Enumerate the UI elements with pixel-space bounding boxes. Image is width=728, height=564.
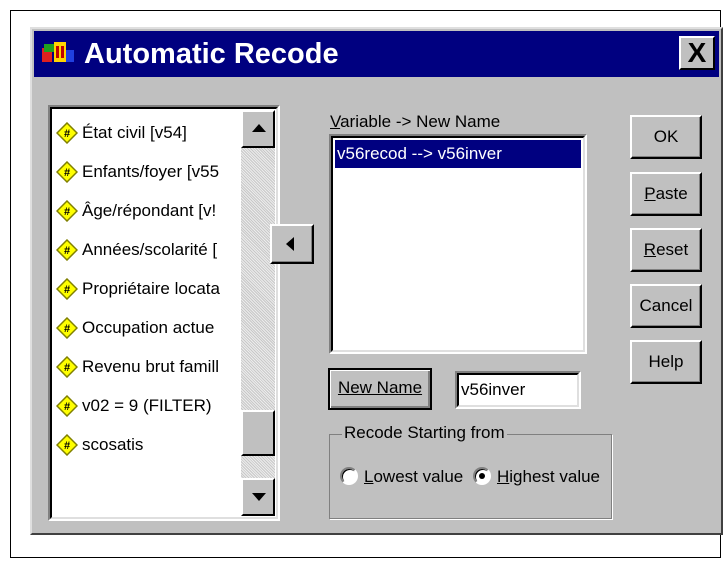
arrow-left-icon [286,237,294,251]
vertical-scrollbar[interactable] [241,110,275,516]
ok-button[interactable]: OK [630,115,702,159]
recode-group-legend: Recode Starting from [342,423,507,443]
svg-text:#: # [64,401,70,413]
close-button[interactable]: X [679,36,715,70]
svg-text:#: # [64,167,70,179]
list-item[interactable]: # Propriétaire locata [54,269,236,308]
highest-value-label: Highest value [497,465,600,489]
variable-hash-icon: # [56,200,78,222]
list-item[interactable]: # scosatis [54,425,236,464]
new-name-button-label: New Name [337,378,423,397]
list-item[interactable]: # État civil [v54] [54,113,236,152]
paste-button[interactable]: Paste [630,172,702,216]
help-button[interactable]: Help [630,340,702,384]
spss-app-icon [42,42,74,62]
recode-start-group: Recode Starting from Lowest value Highes… [329,423,612,519]
lowest-value-radio[interactable] [340,467,358,485]
highest-mnemonic: H [497,467,510,486]
mapping-label-rest: ariable -> New Name [340,112,501,131]
cancel-button[interactable]: Cancel [630,284,702,328]
help-button-label: Help [648,352,684,371]
variable-label: Années/scolarité [ [82,240,218,259]
radio-selected-dot [479,473,485,479]
lowest-rest: owest value [373,467,464,486]
highest-value-radio[interactable] [473,467,491,485]
variable-label: Propriétaire locata [82,279,220,298]
variable-hash-icon: # [56,239,78,261]
mapping-item-selected[interactable]: v56recod --> v56inver [335,140,581,168]
reset-mnemonic: R [643,240,657,259]
scroll-thumb[interactable] [241,410,275,456]
variable-hash-icon: # [56,278,78,300]
cancel-button-label: Cancel [639,296,693,315]
mapping-label-mnemonic: V [330,112,341,131]
scroll-down-button[interactable] [241,478,275,516]
arrow-up-icon [252,124,266,132]
variable-hash-icon: # [56,434,78,456]
variable-hash-icon: # [56,317,78,339]
dialog-title: Automatic Recode [84,38,339,70]
variable-label: Enfants/foyer [v55 [82,162,220,181]
variable-hash-icon: # [56,122,78,144]
mapping-list-label: Variable -> New Name [330,112,500,132]
variable-label: scosatis [82,435,144,454]
svg-text:#: # [64,284,70,296]
svg-text:#: # [64,323,70,335]
new-name-field[interactable] [455,371,581,409]
list-item[interactable]: # Occupation actue [54,308,236,347]
paste-mnemonic: P [644,184,656,203]
reset-button[interactable]: Reset [630,228,702,272]
move-variable-button[interactable] [270,224,314,264]
variable-label: État civil [v54] [82,123,187,142]
source-variable-list[interactable]: # État civil [v54] # Enfants/foyer [v55 … [48,105,280,521]
svg-text:#: # [64,206,70,218]
list-item[interactable]: # Enfants/foyer [v55 [54,152,236,191]
list-item[interactable]: # Années/scolarité [ [54,230,236,269]
list-item[interactable]: # Âge/répondant [v! [54,191,236,230]
svg-text:#: # [64,128,70,140]
automatic-recode-dialog: Automatic Recode X # État civil [v54] # … [30,27,723,535]
mapping-list[interactable]: v56recod --> v56inver [329,134,587,354]
variable-label: Âge/répondant [v! [82,201,217,220]
variable-hash-icon: # [56,395,78,417]
variable-items: # État civil [v54] # Enfants/foyer [v55 … [54,113,236,464]
variable-hash-icon: # [56,161,78,183]
svg-text:#: # [64,362,70,374]
mapping-list-frame [331,136,585,352]
lowest-value-label: Lowest value [364,465,463,489]
title-bar: Automatic Recode X [34,31,719,77]
highest-rest: ighest value [509,467,601,486]
list-item[interactable]: # v02 = 9 (FILTER) [54,386,236,425]
variable-hash-icon: # [56,356,78,378]
variable-label: Revenu brut famill [82,357,220,376]
list-item[interactable]: # Revenu brut famill [54,347,236,386]
arrow-down-icon [252,493,266,501]
new-name-input[interactable] [459,375,579,405]
svg-text:#: # [64,245,70,257]
paste-rest: aste [655,184,688,203]
new-name-button[interactable]: New Name [328,368,432,410]
ok-button-label: OK [653,127,679,146]
variable-label: v02 = 9 (FILTER) [82,396,212,415]
reset-rest: eset [656,240,689,259]
svg-text:#: # [64,440,70,452]
variable-label: Occupation actue [82,318,215,337]
scroll-up-button[interactable] [241,110,275,148]
close-icon: X [687,37,707,68]
